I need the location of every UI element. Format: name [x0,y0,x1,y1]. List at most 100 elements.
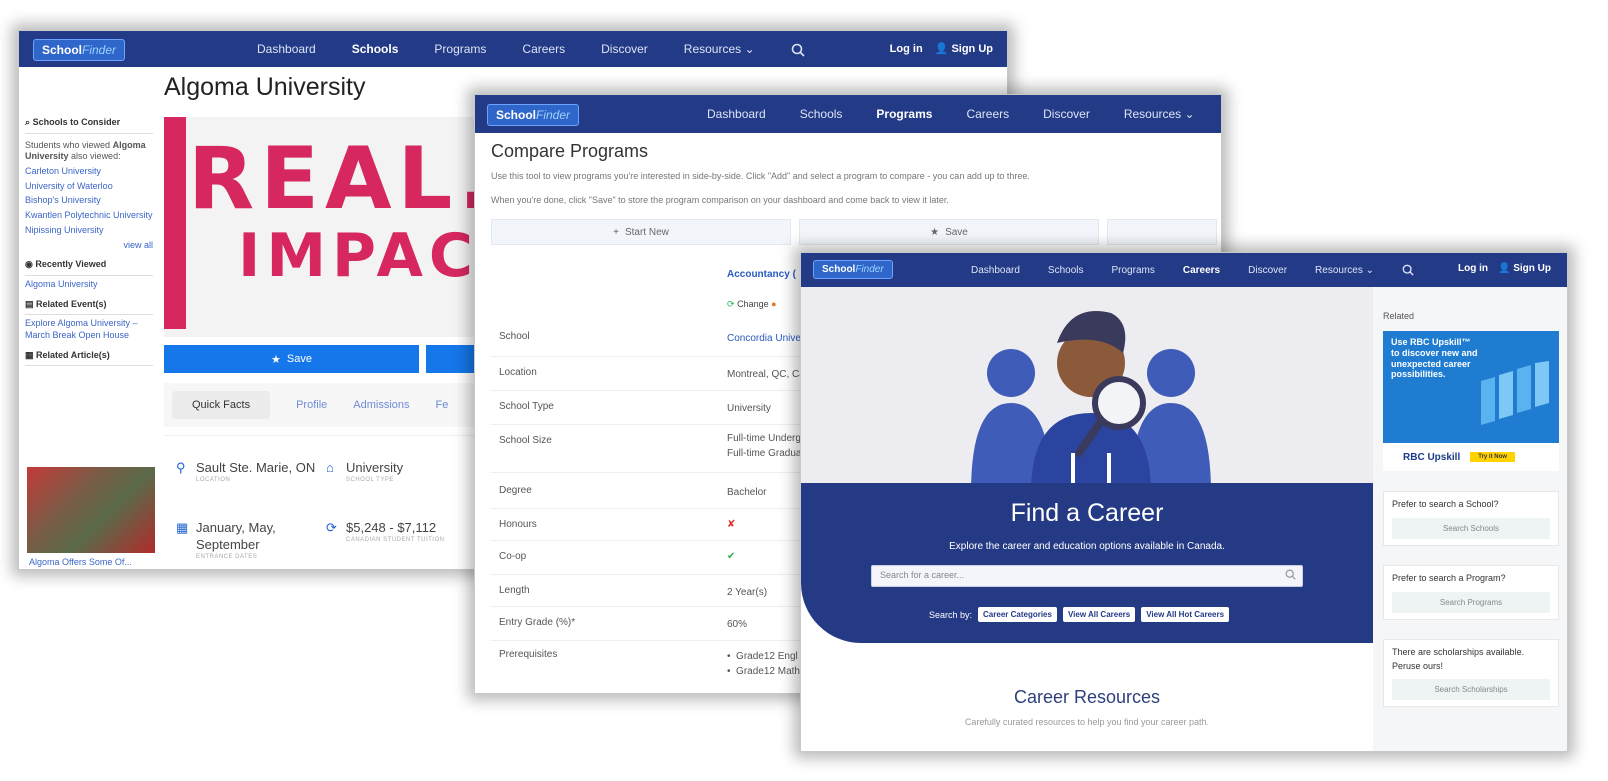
rbc-logo: RBC Upskill [1403,451,1461,463]
career-resources-heading: Career Resources [1013,687,1161,707]
star-icon: ★ [271,353,281,366]
career-search-input[interactable]: Search for a career... [871,565,1303,587]
nav-dashboard[interactable]: Dashboard [707,107,766,121]
save-button[interactable]: ★ Save [164,345,419,373]
refresh-icon: ⟳ [727,299,735,309]
login-link[interactable]: Log in [1458,263,1488,274]
ad-graphic [1481,361,1549,425]
schoolfinder-logo[interactable]: SchoolFinder [813,260,893,279]
event-link[interactable]: Explore Algoma University – March Break … [25,318,153,341]
banner-text-real: REAL. [188,129,497,229]
fact-school-type: ⌂ University SCHOOL TYPE [326,460,404,483]
search-icon [1285,569,1296,580]
nav-programs[interactable]: Programs [434,42,486,56]
article-photo[interactable] [27,467,155,553]
recently-viewed-heading: ◉ Recently Viewed [25,259,153,276]
cross-icon: ✘ [727,519,736,530]
view-all-hot-careers-button[interactable]: View All Hot Careers [1141,607,1230,622]
tab-admissions[interactable]: Admissions [353,399,409,411]
school-link[interactable]: Carleton University [25,166,153,178]
rbc-upskill-ad[interactable]: Use RBC Upskill™ to discover new and une… [1383,331,1559,471]
nav-careers[interactable]: Careers [966,107,1009,121]
search-scholarships-button[interactable]: Search Scholarships [1392,679,1550,700]
fact-location: ⚲ Sault Ste. Marie, ON LOCATION [176,460,316,483]
nav-schools[interactable]: Schools [1048,265,1084,276]
nav-dashboard[interactable]: Dashboard [257,42,316,56]
search-by-group: Search by: Career Categories View All Ca… [929,607,1230,622]
schoolfinder-logo[interactable]: SchoolFinder [33,39,126,61]
login-link[interactable]: Log in [890,43,923,55]
nav-programs[interactable]: Programs [876,107,932,121]
article-icon: ▦ [25,349,34,360]
nav-discover[interactable]: Discover [601,42,648,56]
nav-schools[interactable]: Schools [800,107,843,121]
school-link[interactable]: Nipissing University [25,225,153,237]
signup-link[interactable]: 👤 Sign Up [935,42,993,55]
tab-profile[interactable]: Profile [296,399,327,411]
career-search-illustration [971,311,1211,493]
recent-link[interactable]: Algoma University [25,279,153,291]
instructions-1: Use this tool to view programs you're in… [491,171,1030,181]
school-link[interactable]: Kwantlen Polytechnic University [25,210,153,222]
nav-careers[interactable]: Careers [522,42,565,56]
schoolfinder-logo[interactable]: SchoolFinder [487,104,580,126]
remove-icon: ● [771,299,777,309]
career-resources-subtitle: Carefully curated resources to help you … [964,717,1210,727]
right-sidebar: Related Use RBC Upskill™ to discover new… [1373,287,1567,751]
search-programs-card: Prefer to search a Program? Search Progr… [1383,565,1559,620]
program-name-link[interactable]: Accountancy ( [727,269,796,280]
map-pin-icon: ⚲ [176,460,186,475]
nav-dashboard[interactable]: Dashboard [971,265,1020,276]
ad-text: Use RBC Upskill™ to discover new and une… [1391,337,1478,380]
fact-entrance-dates: ▦ January, May, September ENTRANCE DATES [176,520,276,560]
search-programs-button[interactable]: Search Programs [1392,591,1550,613]
search-schools-card: Prefer to search a School? Search School… [1383,491,1559,546]
search-by-label: Search by: [929,609,973,620]
change-program-link[interactable]: ⟳ Change ● [727,299,777,310]
view-all-careers-button[interactable]: View All Careers [1062,607,1136,622]
main-content: Find a Career Explore the career and edu… [801,287,1373,751]
view-all-link[interactable]: view all [25,240,153,252]
extra-action-button[interactable] [1107,219,1217,245]
start-new-button[interactable]: + Start New [491,219,791,245]
related-events-heading: ▤ Related Event(s) [25,299,153,316]
search-icon[interactable] [1402,264,1414,276]
article-caption-link[interactable]: Algoma Offers Some Of... [29,557,132,567]
nav-resources[interactable]: Resources ⌄ [1124,107,1195,121]
quick-facts-panel: ⚲ Sault Ste. Marie, ON LOCATION ⌂ Univer… [164,435,484,569]
instructions-2: When you're done, click "Save" to store … [491,195,949,205]
page-subtitle: Explore the career and education options… [949,541,1225,552]
money-icon: ⟳ [326,520,337,535]
graduation-cap-icon: ⌂ [326,460,334,475]
career-categories-button[interactable]: Career Categories [978,607,1057,622]
save-comparison-button[interactable]: ★ Save [799,219,1099,245]
try-it-now-button[interactable]: Try it Now [1470,452,1515,462]
schools-to-consider-heading: ⌕ Schools to Consider [25,117,153,134]
search-icon[interactable] [791,42,805,57]
tab-quick-facts[interactable]: Quick Facts [172,391,271,419]
profile-tabs: Quick Facts Profile Admissions Fe [164,383,484,427]
search-icon: ⌕ [25,117,31,127]
nav-resources[interactable]: Resources ⌄ [1315,265,1374,276]
search-scholarships-card: There are scholarships available. Peruse… [1383,639,1559,707]
nav-programs[interactable]: Programs [1112,265,1155,276]
school-link[interactable]: University of Waterloo [25,181,153,193]
user-icon: 👤 [1497,263,1511,274]
top-nav: SchoolFinder Dashboard Schools Programs … [475,95,1221,133]
tab-fees[interactable]: Fe [436,399,449,411]
nav-discover[interactable]: Discover [1248,265,1287,276]
user-icon: 👤 [934,43,949,55]
signup-link[interactable]: 👤 Sign Up [1498,263,1551,274]
eye-icon: ◉ [25,259,33,270]
nav-careers[interactable]: Careers [1183,265,1220,276]
nav-resources[interactable]: Resources ⌄ [684,42,755,56]
page-title: Compare Programs [491,141,649,161]
school-link[interactable]: Bishop's University [25,195,153,207]
calendar-icon: ▦ [176,520,189,535]
nav-discover[interactable]: Discover [1043,107,1090,121]
top-nav: SchoolFinder Dashboard Schools Programs … [19,31,1007,67]
nav-schools[interactable]: Schools [352,42,399,56]
page-title: Algoma University [164,73,366,101]
page-title: Find a Career [1010,499,1164,527]
search-schools-button[interactable]: Search Schools [1392,517,1550,539]
